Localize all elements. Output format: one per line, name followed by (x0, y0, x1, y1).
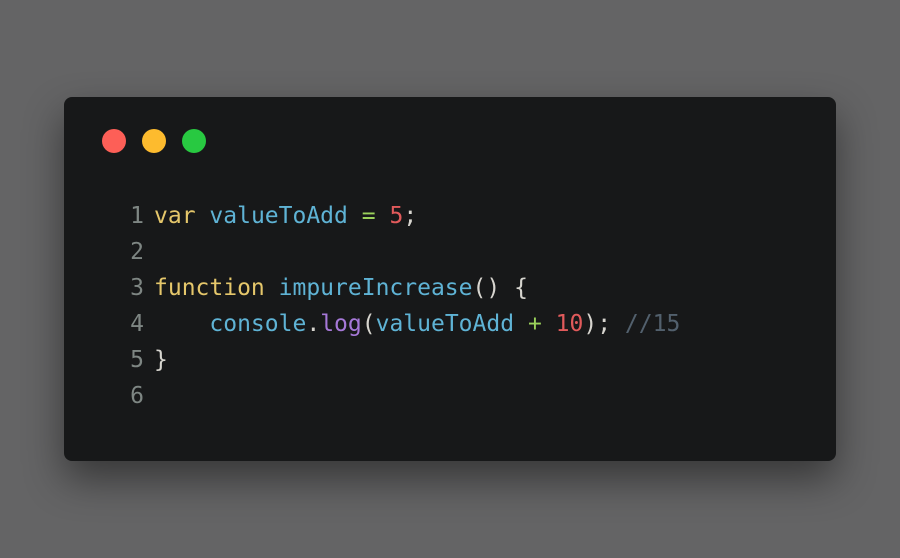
code-line-4: 4 console.log(valueToAdd + 10); //15 (122, 306, 680, 342)
line-number: 3 (130, 275, 144, 301)
close-brace: } (154, 347, 168, 373)
code-line-1: 1 var valueToAdd = 5; (122, 198, 680, 234)
dot-operator: . (306, 311, 321, 337)
keyword-var: var (154, 203, 196, 229)
parentheses: () (472, 275, 501, 301)
open-paren: ( (361, 311, 376, 337)
variable-value-to-add: valueToAdd (209, 203, 348, 229)
open-brace: { (514, 275, 528, 301)
code-comment: //15 (624, 311, 681, 337)
line-number: 5 (130, 347, 144, 373)
line-number: 6 (130, 383, 144, 409)
code-line-5: 5} (122, 342, 680, 378)
semicolon: ; (403, 203, 418, 229)
function-name: impureIncrease (278, 275, 473, 301)
code-window: 1 var valueToAdd = 5; 2 3 function impureI… (64, 97, 836, 461)
maximize-window-button[interactable] (182, 129, 206, 153)
code-line-6: 6 (122, 378, 680, 414)
code-editor: 1 var valueToAdd = 5; 2 3 function impureI… (122, 198, 680, 414)
log-method: log (320, 311, 362, 337)
console-object: console (209, 311, 307, 337)
operator-assign: = (361, 203, 376, 229)
number-literal: 10 (555, 311, 584, 337)
number-literal: 5 (389, 203, 404, 229)
line-number: 4 (130, 311, 144, 337)
variable-value-to-add: valueToAdd (375, 311, 515, 337)
code-line-2: 2 (122, 234, 680, 270)
code-line-3: 3 function impureIncrease() { (122, 270, 680, 306)
line-number: 2 (130, 239, 144, 265)
operator-plus: + (527, 311, 542, 337)
line-number: 1 (130, 203, 144, 229)
minimize-window-button[interactable] (142, 129, 166, 153)
close-window-button[interactable] (102, 129, 126, 153)
close-paren-semicolon: ); (583, 311, 612, 337)
keyword-function: function (154, 275, 265, 301)
